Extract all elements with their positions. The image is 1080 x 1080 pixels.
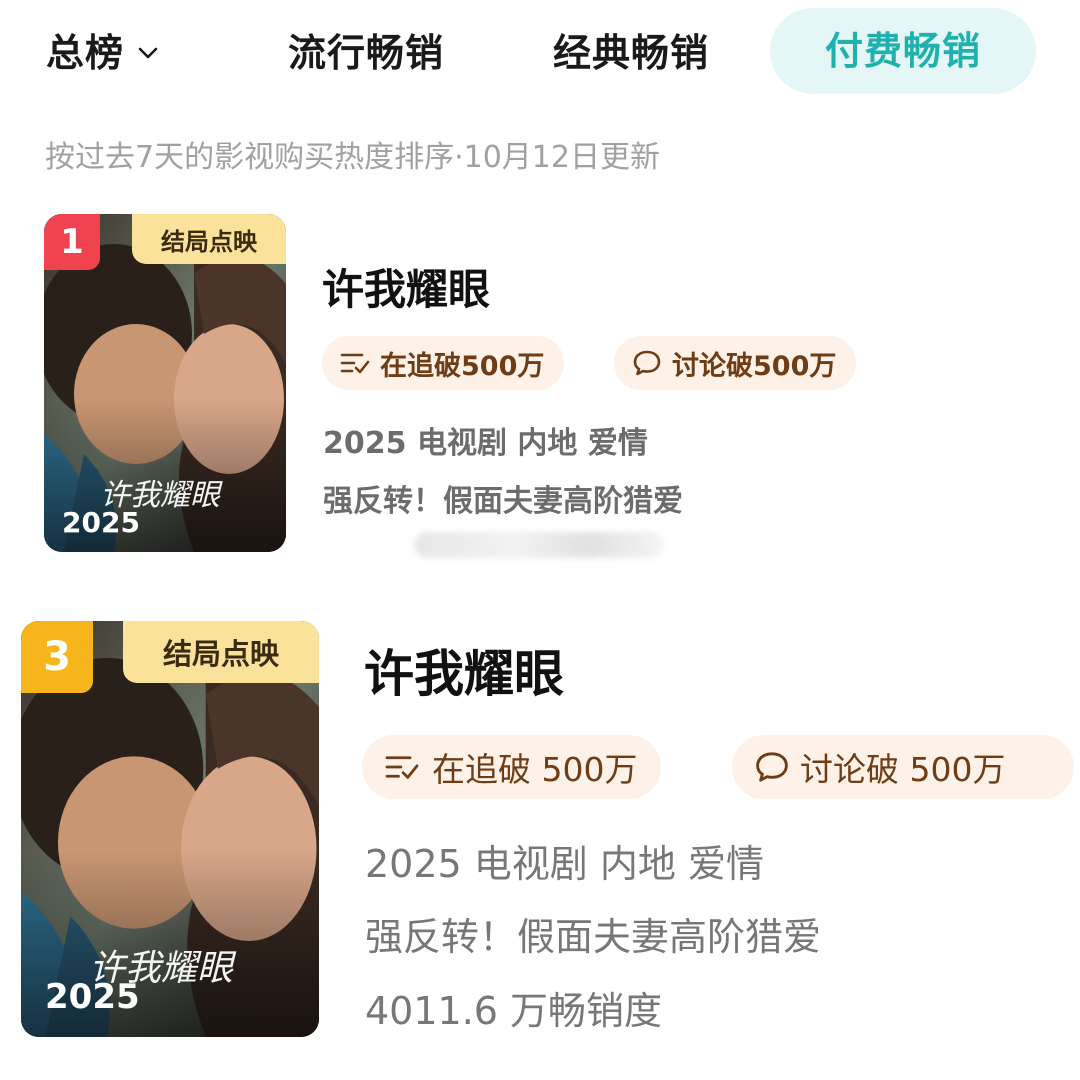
tab-trending[interactable]: 流行畅销 (288, 26, 444, 80)
tab-total[interactable]: 总榜 (46, 26, 158, 80)
rank-number: 1 (60, 222, 84, 262)
poster-year: 2025 (45, 977, 140, 1017)
rank-number: 3 (43, 634, 71, 680)
rank-badge: 1 (44, 214, 100, 270)
blurred-text (414, 532, 664, 558)
follow-count: 在追破500万 (380, 350, 545, 382)
tab-classic[interactable]: 经典畅销 (553, 26, 709, 80)
item-meta: 2025 电视剧 内地 爱情 (323, 426, 648, 461)
chat-bubble-icon (756, 752, 788, 782)
ranking-tabbar: 总榜 流行畅销 经典畅销 付费畅销 (0, 0, 1080, 100)
poster[interactable]: 1 结局点映 许我耀眼 2025 (44, 214, 286, 552)
item-title[interactable]: 许我耀眼 (322, 256, 490, 317)
sales-score: 4011.6 万畅销度 (365, 989, 663, 1033)
poster[interactable]: 3 结局点映 许我耀眼 2025 (21, 621, 319, 1037)
ranking-subtitle: 按过去7天的影视购买热度排序·10月12日更新 (45, 140, 660, 175)
list-check-icon (385, 756, 419, 779)
discuss-chip: 讨论破500万 (614, 336, 857, 390)
discuss-chip: 讨论破 500万 (732, 735, 1074, 799)
discuss-count: 讨论破 500万 (800, 750, 1006, 789)
follow-count: 在追破 500万 (432, 750, 638, 789)
tab-total-label: 总榜 (46, 31, 125, 75)
tab-paid[interactable]: 付费畅销 (770, 8, 1036, 94)
chat-bubble-icon (633, 350, 661, 376)
item-tagline: 强反转！假面夫妻高阶猎爱 (365, 915, 822, 959)
chevron-down-icon (138, 47, 158, 59)
item-meta: 2025 电视剧 内地 爱情 (365, 842, 764, 886)
finale-badge: 结局点映 (123, 621, 319, 683)
ranking-page: 总榜 流行畅销 经典畅销 付费畅销 按过去7天的影视购买热度排序·10月12日更… (0, 0, 1080, 1080)
rank-badge: 3 (21, 621, 93, 693)
item-title[interactable]: 许我耀眼 (364, 634, 564, 706)
list-check-icon (340, 353, 370, 374)
follow-chip: 在追破 500万 (362, 735, 662, 799)
item-tagline: 强反转！假面夫妻高阶猎爱 (323, 484, 683, 519)
poster-year: 2025 (62, 506, 140, 539)
finale-badge: 结局点映 (132, 214, 286, 264)
follow-chip: 在追破500万 (322, 336, 565, 390)
discuss-count: 讨论破500万 (672, 350, 837, 382)
